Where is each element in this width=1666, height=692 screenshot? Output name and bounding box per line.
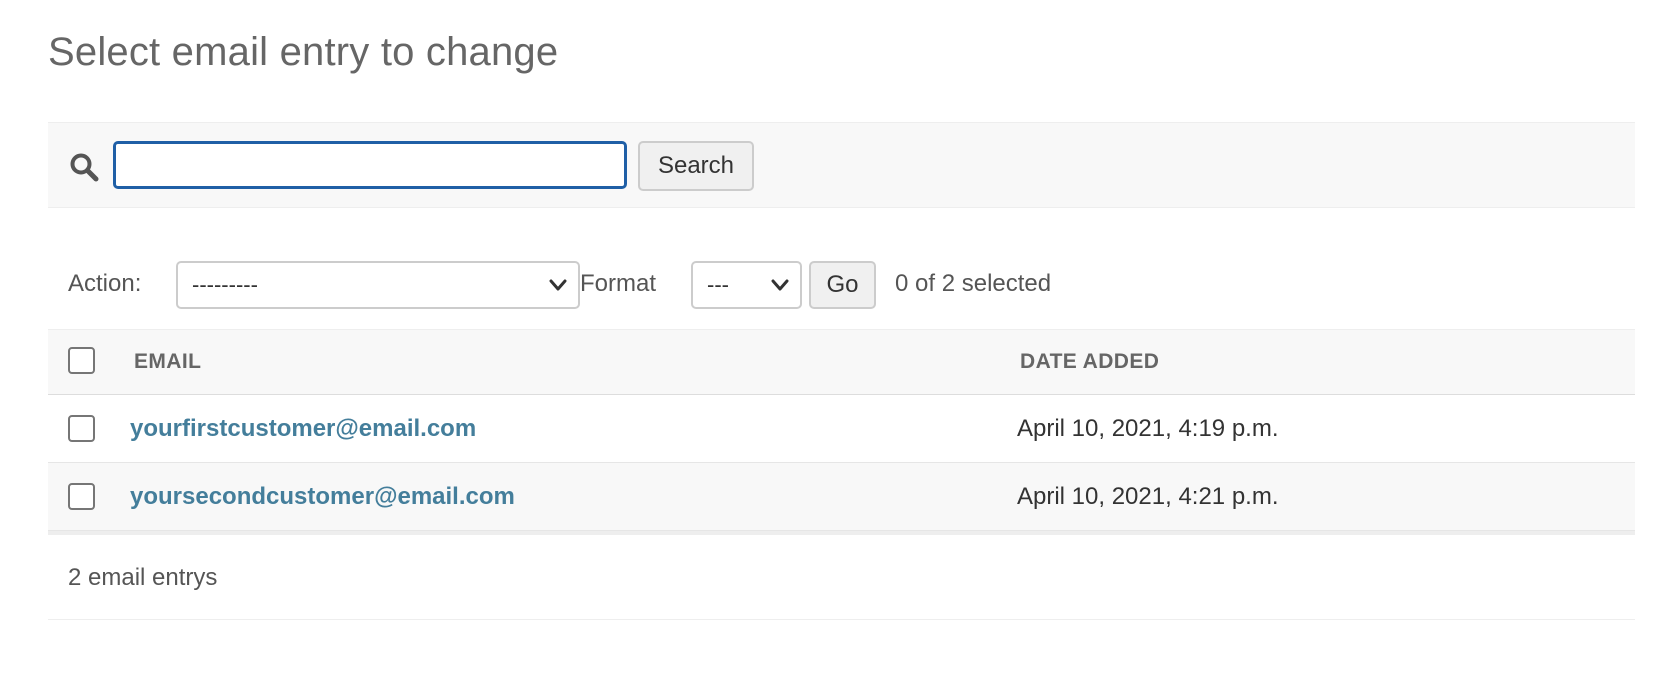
format-label: Format	[580, 270, 657, 297]
column-header-date-added[interactable]: DATE ADDED	[1020, 350, 1159, 374]
action-label: Action:	[68, 270, 142, 297]
table-header: EMAIL DATE ADDED	[48, 329, 1635, 395]
chevron-down-icon	[548, 275, 568, 295]
selection-counter: 0 of 2 selected	[895, 270, 1052, 297]
format-select-value: ---	[707, 272, 729, 297]
search-toolbar: Search	[48, 122, 1635, 208]
select-all-checkbox[interactable]	[68, 347, 95, 374]
email-link[interactable]: yoursecondcustomer@email.com	[130, 483, 515, 511]
chevron-down-icon	[770, 275, 790, 295]
action-select-value: ---------	[192, 272, 258, 297]
results-table: EMAIL DATE ADDED yourfirstcustomer@email…	[48, 329, 1635, 535]
table-row: yourfirstcustomer@email.com April 10, 20…	[48, 395, 1635, 463]
result-count: 2 email entrys	[68, 564, 218, 591]
search-button[interactable]: Search	[638, 141, 754, 191]
change-list-page: Select email entry to change Search Acti…	[0, 0, 1666, 692]
paginator: 2 email entrys	[48, 534, 1635, 620]
search-icon	[68, 151, 100, 183]
date-added-cell: April 10, 2021, 4:19 p.m.	[1017, 415, 1279, 442]
email-link[interactable]: yourfirstcustomer@email.com	[130, 415, 476, 443]
row-checkbox[interactable]	[68, 483, 95, 510]
actions-bar: Action: --------- Format --- Go 0 of 2 s…	[48, 257, 1635, 313]
format-select[interactable]: ---	[691, 261, 802, 309]
date-added-cell: April 10, 2021, 4:21 p.m.	[1017, 483, 1279, 510]
table-row: yoursecondcustomer@email.com April 10, 2…	[48, 463, 1635, 531]
page-title: Select email entry to change	[48, 30, 559, 74]
go-button[interactable]: Go	[809, 261, 876, 309]
action-select[interactable]: ---------	[176, 261, 580, 309]
search-input[interactable]	[113, 141, 627, 189]
row-checkbox[interactable]	[68, 415, 95, 442]
column-header-email[interactable]: EMAIL	[134, 350, 201, 374]
